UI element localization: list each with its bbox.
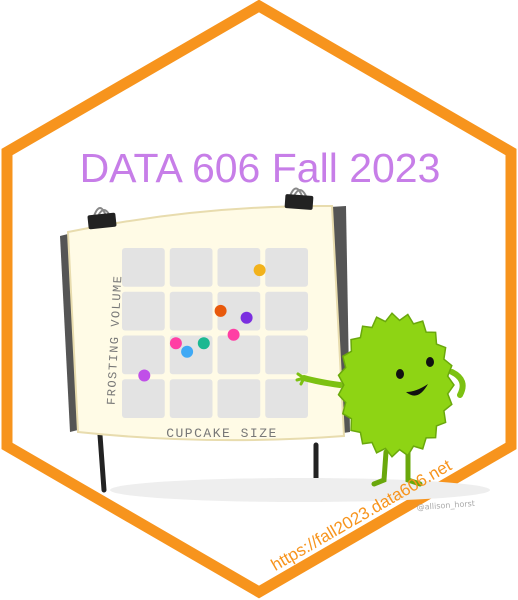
chart-point: [253, 264, 266, 277]
grid-cell: [265, 291, 308, 331]
grid-cell: [217, 248, 261, 287]
chart-point: [138, 369, 151, 382]
monster-eye-left: [396, 369, 404, 379]
chart-xlabel: CUPCAKE SIZE: [166, 426, 278, 441]
sticker-artwork: DATA 606 Fall 2023 FROSTING VOLUME CUPCA…: [1, 0, 517, 599]
hex-sticker: DATA 606 Fall 2023 FROSTING VOLUME CUPCA…: [0, 0, 518, 600]
sticker-title: DATA 606 Fall 2023: [80, 145, 441, 191]
chart-point: [240, 311, 253, 324]
grid-cell: [217, 379, 261, 418]
chart-point: [227, 328, 240, 341]
grid-cell: [169, 379, 213, 418]
grid-cell: [122, 335, 165, 375]
grid-cell: [217, 335, 261, 375]
chart-point: [169, 337, 182, 350]
grid-cell: [265, 248, 308, 287]
grid-cell: [122, 291, 165, 331]
grid-cell: [265, 335, 308, 375]
chart-point: [197, 337, 210, 350]
chart-point: [181, 345, 194, 358]
grid-cell: [169, 248, 213, 287]
chart-point: [214, 304, 227, 317]
grid-cell: [122, 248, 165, 287]
monster-eye-right: [426, 357, 434, 367]
grid-cell: [122, 379, 165, 418]
grid-cell: [169, 291, 213, 331]
